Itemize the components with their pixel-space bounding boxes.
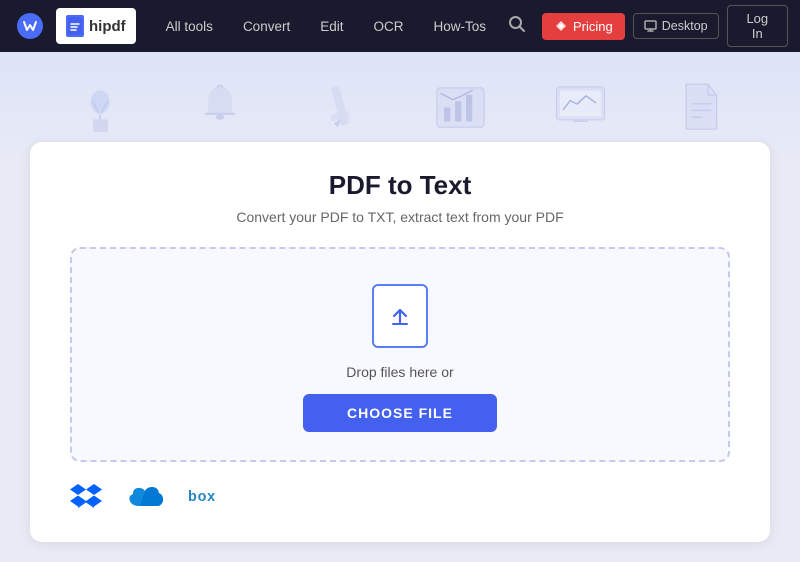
nav-links: All tools Convert Edit OCR How-Tos [152,13,500,40]
page-subtitle: Convert your PDF to TXT, extract text fr… [70,209,730,225]
login-button[interactable]: Log In [727,5,788,47]
hipdf-logo[interactable]: hipdf [56,8,136,44]
box-icon[interactable]: box [188,487,228,505]
hipdf-logo-icon [66,15,84,37]
nav-ocr[interactable]: OCR [359,13,417,40]
onedrive-icon[interactable] [126,484,164,508]
hero-chart-icon [433,80,488,135]
dropbox-icon[interactable] [70,482,102,510]
search-icon[interactable] [500,11,534,42]
hipdf-logo-text: hipdf [89,18,126,35]
hero-doc-icon [673,80,728,135]
hero-monitor-icon [553,80,608,135]
main-card: PDF to Text Convert your PDF to TXT, ext… [30,142,770,542]
desktop-button[interactable]: Desktop [633,13,719,39]
wondershare-logo [12,8,48,44]
drop-text: Drop files here or [346,364,453,380]
nav-edit[interactable]: Edit [306,13,357,40]
drop-zone[interactable]: Drop files here or CHOOSE FILE [70,247,730,462]
logo-area: hipdf [12,8,136,44]
hero-bell-icon [193,80,248,135]
main-content: PDF to Text Convert your PDF to TXT, ext… [0,162,800,562]
svg-text:box: box [188,489,216,505]
pricing-button[interactable]: Pricing [542,13,625,40]
hero-pencil-icon [313,80,368,135]
nav-convert[interactable]: Convert [229,13,304,40]
nav-how-tos[interactable]: How-Tos [419,13,500,40]
upload-icon [372,284,428,348]
nav-all-tools[interactable]: All tools [152,13,227,40]
hero-plant-icon [73,80,128,135]
cloud-services: box [70,482,730,510]
navbar: hipdf All tools Convert Edit OCR How-Tos… [0,0,800,52]
page-title: PDF to Text [70,170,730,201]
choose-file-button[interactable]: CHOOSE FILE [303,394,497,432]
nav-right: Pricing Desktop Log In [500,5,788,47]
